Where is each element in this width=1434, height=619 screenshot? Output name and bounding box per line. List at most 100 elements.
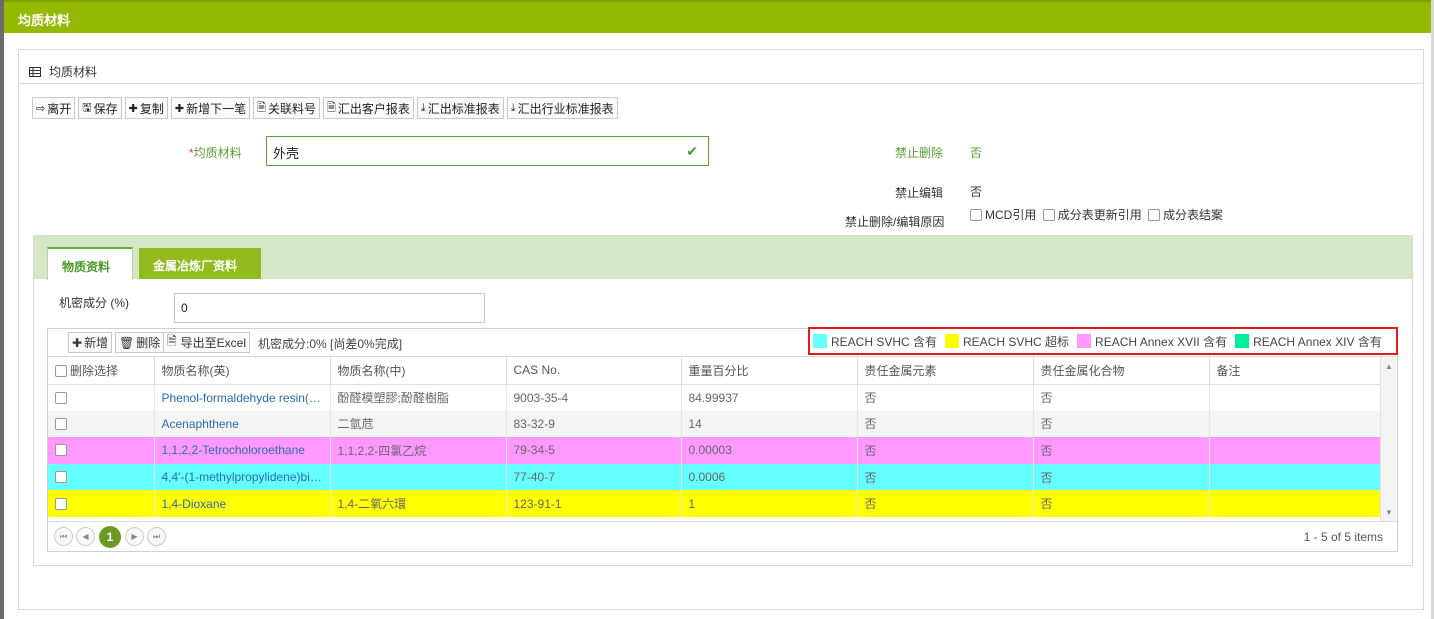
cas-number: 123-91-1: [506, 490, 682, 517]
legend-annex-xiv: REACH Annex XIV 含有: [1235, 333, 1382, 350]
row-select-checkbox[interactable]: [55, 391, 67, 404]
column-header-delete-select[interactable]: 删除选择: [48, 357, 155, 385]
grid-toolbar: ✚ 新增 🗑 删除 🗎 导出至Excel 机密成分:0% [尚差0%完成] REACH…: [48, 327, 1398, 357]
legend-swatch: [945, 334, 960, 348]
bom-closed-checkbox[interactable]: [1148, 209, 1161, 221]
forbid-edit-value: 否: [970, 185, 983, 199]
mcd-reference-checkbox[interactable]: [970, 209, 982, 221]
substance-name-en-link[interactable]: 1,1,2,2-Tetrocholoroethane: [154, 437, 331, 464]
copy-button[interactable]: ✚ 复制: [124, 97, 168, 119]
substance-name-en-link[interactable]: 4,4'-(1-methylpropylidene)bi…: [154, 463, 331, 491]
first-page-icon[interactable]: ⏮: [54, 527, 73, 546]
substance-name-en-link[interactable]: Phenol-formaldehyde resin(…: [154, 384, 331, 411]
excel-icon: 🗎: [326, 101, 336, 114]
substance-name-en-link[interactable]: 1,4-Dioxane: [154, 490, 331, 517]
row-select-checkbox[interactable]: [55, 471, 67, 484]
legend-swatch: [1235, 334, 1250, 348]
column-header-compound[interactable]: 责任金属化合物: [1033, 357, 1210, 385]
secret-component-input[interactable]: 0: [174, 293, 485, 323]
material-input[interactable]: 外壳 ✔: [266, 136, 709, 166]
tab-container: 物质资料 金属冶炼厂资料 机密成分 (%) 0 ✚ 新增 🗑 删除 🗎 导出至Exce…: [33, 235, 1413, 566]
plus-icon: ✚: [174, 102, 185, 115]
panel-title: 均质材料: [49, 65, 98, 79]
substance-name-zh: 1,1,2,2-四氯乙烷: [330, 437, 507, 464]
leave-button[interactable]: ⇨ 离开: [32, 97, 76, 119]
previous-page-icon[interactable]: ◀: [76, 527, 95, 546]
row-select-checkbox[interactable]: [55, 444, 67, 457]
table-row[interactable]: 4,4'-(1-methylpropylidene)bi… 77-40-7 0.…: [48, 463, 1382, 491]
legend-swatch: [813, 334, 827, 348]
cas-number: 77-40-7: [506, 463, 682, 491]
forbid-delete-value: 否: [970, 146, 983, 160]
forbid-reason-label: 禁止删除/编辑原因: [845, 215, 945, 229]
substance-name-zh: 1,4-二氧六環: [330, 490, 507, 517]
tab-smelter-data[interactable]: 金属冶炼厂资料: [139, 248, 261, 279]
column-header-note[interactable]: 备注: [1209, 357, 1382, 385]
cas-number: 9003-35-4: [506, 384, 682, 411]
column-header-weight[interactable]: 重量百分比: [681, 357, 858, 385]
note: [1209, 384, 1382, 411]
grid-vertical-scrollbar[interactable]: ▲ ▼: [1380, 358, 1397, 521]
note: [1209, 437, 1382, 464]
column-header-name-en[interactable]: 物质名称(英): [154, 357, 331, 385]
column-header-metal[interactable]: 责任金属元素: [857, 357, 1034, 385]
link-part-button[interactable]: 🗎 关联料号: [253, 97, 320, 119]
cas-number: 79-34-5: [506, 437, 682, 464]
exit-icon: ⇨: [36, 102, 46, 115]
forbid-delete-label: 禁止删除: [895, 146, 944, 160]
material-panel: 均质材料 ⇨ 离开 🖫 保存 ✚ 复制 ✚ 新增下一笔 🗎 关联料号 🗎 汇出客户报表 ⤓ 汇…: [18, 49, 1424, 610]
export-customer-report-button[interactable]: 🗎 汇出客户报表: [322, 97, 414, 119]
download-icon: ⤓: [420, 101, 426, 114]
cas-number: 83-32-9: [506, 410, 682, 438]
column-header-name-zh[interactable]: 物质名称(中): [330, 357, 507, 385]
table-row[interactable]: 1,4-Dioxane 1,4-二氧六環 123-91-1 1 否 否: [48, 490, 1382, 517]
checkmark-icon: ✔: [686, 143, 698, 159]
pager-info: 1 - 5 of 5 items: [1303, 530, 1383, 544]
reach-legend: REACH SVHC 含有 REACH SVHC 超标 REACH Annex …: [808, 327, 1398, 355]
left-window-edge: [0, 0, 4, 619]
delete-substance-button[interactable]: 🗑 删除: [115, 332, 165, 353]
add-substance-button[interactable]: ✚ 新增: [68, 332, 113, 353]
substance-name-en-link[interactable]: Acenaphthene: [154, 410, 331, 438]
current-page-button[interactable]: 1: [99, 526, 121, 548]
responsible-compound: 否: [1033, 410, 1210, 438]
tab-substance-data[interactable]: 物质资料: [47, 247, 133, 280]
bom-update-reference-checkbox[interactable]: [1042, 209, 1055, 221]
window-title-bar: 均质材料: [4, 0, 1431, 33]
column-header-cas[interactable]: CAS No.: [506, 357, 682, 385]
secret-progress-status: 机密成分:0% [尚差0%完成]: [258, 337, 403, 351]
excel-icon: 🗎: [167, 334, 177, 348]
table-icon: [29, 66, 41, 77]
weight-percent: 1: [681, 490, 858, 517]
table-row[interactable]: 1,1,2,2-Tetrocholoroethane 1,1,2,2-四氯乙烷 …: [48, 437, 1382, 464]
weight-percent: 14: [681, 410, 858, 438]
table-row[interactable]: Acenaphthene 二氫苊 83-32-9 14 否 否: [48, 410, 1382, 438]
row-select-checkbox[interactable]: [55, 417, 67, 430]
add-next-button[interactable]: ✚ 新增下一笔: [170, 97, 251, 119]
secret-component-label: 机密成分 (%): [59, 296, 129, 310]
substance-name-zh: 酚醛模塑膠;酚醛樹脂: [330, 384, 507, 411]
legend-svhc-exceeded: REACH SVHC 超标: [945, 333, 1069, 350]
export-standard-report-button[interactable]: ⤓ 汇出标准报表: [416, 97, 504, 119]
select-all-checkbox[interactable]: [55, 364, 67, 377]
note: [1209, 410, 1382, 438]
export-industry-report-button[interactable]: ⤓ 汇出行业标准报表: [506, 97, 618, 119]
responsible-metal: 否: [857, 437, 1034, 464]
tab-strip: 物质资料 金属冶炼厂资料: [34, 236, 1412, 280]
substance-table: 删除选择 物质名称(英) 物质名称(中) CAS No. 重量百分比 责任金属元…: [48, 357, 1382, 517]
plus-icon: ✚: [72, 335, 83, 350]
responsible-metal: 否: [857, 384, 1034, 411]
last-page-icon[interactable]: ⏭: [147, 527, 166, 546]
save-button[interactable]: 🖫 保存: [78, 97, 122, 119]
scroll-down-arrow-icon[interactable]: ▼: [1385, 508, 1393, 517]
table-row[interactable]: Phenol-formaldehyde resin(… 酚醛模塑膠;酚醛樹脂 9…: [48, 384, 1382, 411]
substance-name-zh: 二氫苊: [330, 410, 507, 438]
responsible-metal: 否: [857, 490, 1034, 517]
forbid-edit-label: 禁止编辑: [895, 186, 944, 200]
grid-pager: ⏮ ◀ 1 ▶ ⏭ 1 - 5 of 5 items: [48, 521, 1397, 551]
save-icon: 🖫: [82, 101, 92, 114]
next-page-icon[interactable]: ▶: [125, 527, 144, 546]
export-excel-button[interactable]: 🗎 导出至Excel: [163, 332, 251, 353]
row-select-checkbox[interactable]: [55, 497, 67, 510]
scroll-up-arrow-icon[interactable]: ▲: [1385, 362, 1393, 371]
